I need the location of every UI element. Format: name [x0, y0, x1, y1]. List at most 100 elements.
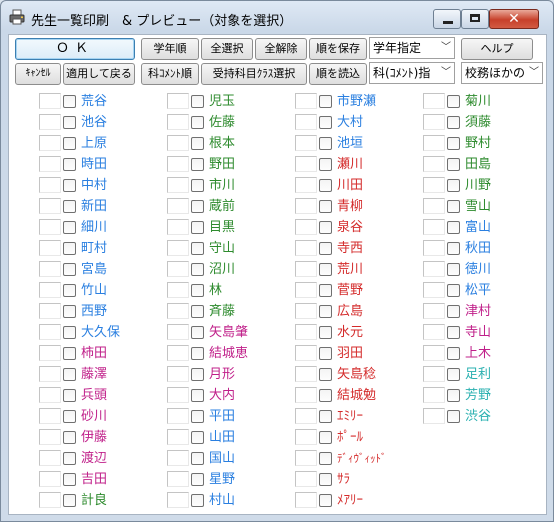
order-field[interactable] — [423, 177, 445, 193]
teacher-checkbox[interactable] — [63, 326, 76, 339]
order-field[interactable] — [167, 324, 189, 340]
order-field[interactable] — [295, 135, 317, 151]
teacher-checkbox[interactable] — [319, 137, 332, 150]
order-field[interactable] — [423, 219, 445, 235]
teacher-checkbox[interactable] — [447, 389, 460, 402]
teacher-checkbox[interactable] — [63, 137, 76, 150]
teacher-checkbox[interactable] — [63, 116, 76, 129]
teacher-checkbox[interactable] — [319, 158, 332, 171]
order-field[interactable] — [423, 303, 445, 319]
order-field[interactable] — [295, 366, 317, 382]
order-field[interactable] — [295, 198, 317, 214]
teacher-checkbox[interactable] — [319, 242, 332, 255]
teacher-checkbox[interactable] — [191, 158, 204, 171]
teacher-checkbox[interactable] — [447, 305, 460, 318]
teacher-checkbox[interactable] — [191, 116, 204, 129]
order-field[interactable] — [167, 219, 189, 235]
teacher-checkbox[interactable] — [191, 242, 204, 255]
teacher-checkbox[interactable] — [63, 389, 76, 402]
deselect-all-button[interactable]: 全解除 — [255, 38, 307, 60]
ok-button[interactable]: ＯＫ — [15, 38, 135, 60]
order-field[interactable] — [39, 135, 61, 151]
teacher-checkbox[interactable] — [319, 179, 332, 192]
teacher-checkbox[interactable] — [191, 452, 204, 465]
order-field[interactable] — [423, 408, 445, 424]
comment-order-button[interactable]: 科ｺﾒﾝﾄ順 — [141, 63, 199, 85]
teacher-checkbox[interactable] — [63, 242, 76, 255]
class-select-button[interactable]: 受持科目ｸﾗｽ選択 — [201, 63, 307, 85]
teacher-checkbox[interactable] — [319, 326, 332, 339]
teacher-checkbox[interactable] — [447, 95, 460, 108]
order-field[interactable] — [295, 492, 317, 508]
teacher-checkbox[interactable] — [319, 347, 332, 360]
order-field[interactable] — [423, 198, 445, 214]
order-field[interactable] — [167, 177, 189, 193]
teacher-checkbox[interactable] — [63, 494, 76, 507]
order-field[interactable] — [39, 177, 61, 193]
order-field[interactable] — [295, 114, 317, 130]
teacher-checkbox[interactable] — [191, 263, 204, 276]
order-field[interactable] — [295, 387, 317, 403]
teacher-checkbox[interactable] — [63, 410, 76, 423]
order-field[interactable] — [423, 93, 445, 109]
order-field[interactable] — [423, 366, 445, 382]
order-field[interactable] — [167, 198, 189, 214]
order-field[interactable] — [295, 261, 317, 277]
teacher-checkbox[interactable] — [447, 347, 460, 360]
teacher-checkbox[interactable] — [447, 158, 460, 171]
order-field[interactable] — [423, 114, 445, 130]
order-field[interactable] — [39, 240, 61, 256]
teacher-checkbox[interactable] — [191, 200, 204, 213]
teacher-checkbox[interactable] — [63, 368, 76, 381]
teacher-checkbox[interactable] — [319, 473, 332, 486]
order-field[interactable] — [423, 156, 445, 172]
order-field[interactable] — [423, 282, 445, 298]
order-field[interactable] — [167, 429, 189, 445]
order-field[interactable] — [39, 471, 61, 487]
order-field[interactable] — [295, 345, 317, 361]
teacher-checkbox[interactable] — [191, 284, 204, 297]
school-select[interactable]: 校務ほかの ﹀ — [461, 62, 543, 84]
teacher-checkbox[interactable] — [319, 95, 332, 108]
order-field[interactable] — [167, 366, 189, 382]
teacher-checkbox[interactable] — [447, 179, 460, 192]
teacher-checkbox[interactable] — [319, 494, 332, 507]
order-field[interactable] — [295, 408, 317, 424]
teacher-checkbox[interactable] — [319, 410, 332, 423]
minimize-button[interactable] — [433, 9, 461, 29]
teacher-checkbox[interactable] — [191, 326, 204, 339]
teacher-checkbox[interactable] — [447, 326, 460, 339]
teacher-checkbox[interactable] — [319, 284, 332, 297]
teacher-checkbox[interactable] — [319, 452, 332, 465]
order-field[interactable] — [39, 387, 61, 403]
teacher-checkbox[interactable] — [63, 158, 76, 171]
order-field[interactable] — [167, 114, 189, 130]
order-field[interactable] — [39, 492, 61, 508]
help-button[interactable]: ヘルプ — [461, 38, 533, 60]
order-field[interactable] — [39, 198, 61, 214]
teacher-checkbox[interactable] — [447, 284, 460, 297]
order-field[interactable] — [39, 450, 61, 466]
teacher-checkbox[interactable] — [319, 389, 332, 402]
order-field[interactable] — [167, 408, 189, 424]
teacher-checkbox[interactable] — [191, 179, 204, 192]
order-field[interactable] — [295, 303, 317, 319]
order-field[interactable] — [39, 345, 61, 361]
order-field[interactable] — [295, 219, 317, 235]
teacher-checkbox[interactable] — [63, 431, 76, 444]
teacher-checkbox[interactable] — [63, 95, 76, 108]
save-order-button[interactable]: 順を保存 — [309, 38, 367, 60]
order-field[interactable] — [167, 345, 189, 361]
teacher-checkbox[interactable] — [191, 494, 204, 507]
order-field[interactable] — [39, 324, 61, 340]
grade-select[interactable]: 学年指定 ﹀ — [369, 37, 455, 59]
teacher-checkbox[interactable] — [447, 116, 460, 129]
order-field[interactable] — [423, 345, 445, 361]
teacher-checkbox[interactable] — [63, 263, 76, 276]
teacher-checkbox[interactable] — [191, 305, 204, 318]
order-field[interactable] — [39, 114, 61, 130]
order-field[interactable] — [167, 156, 189, 172]
order-field[interactable] — [423, 387, 445, 403]
teacher-checkbox[interactable] — [63, 305, 76, 318]
order-field[interactable] — [39, 282, 61, 298]
